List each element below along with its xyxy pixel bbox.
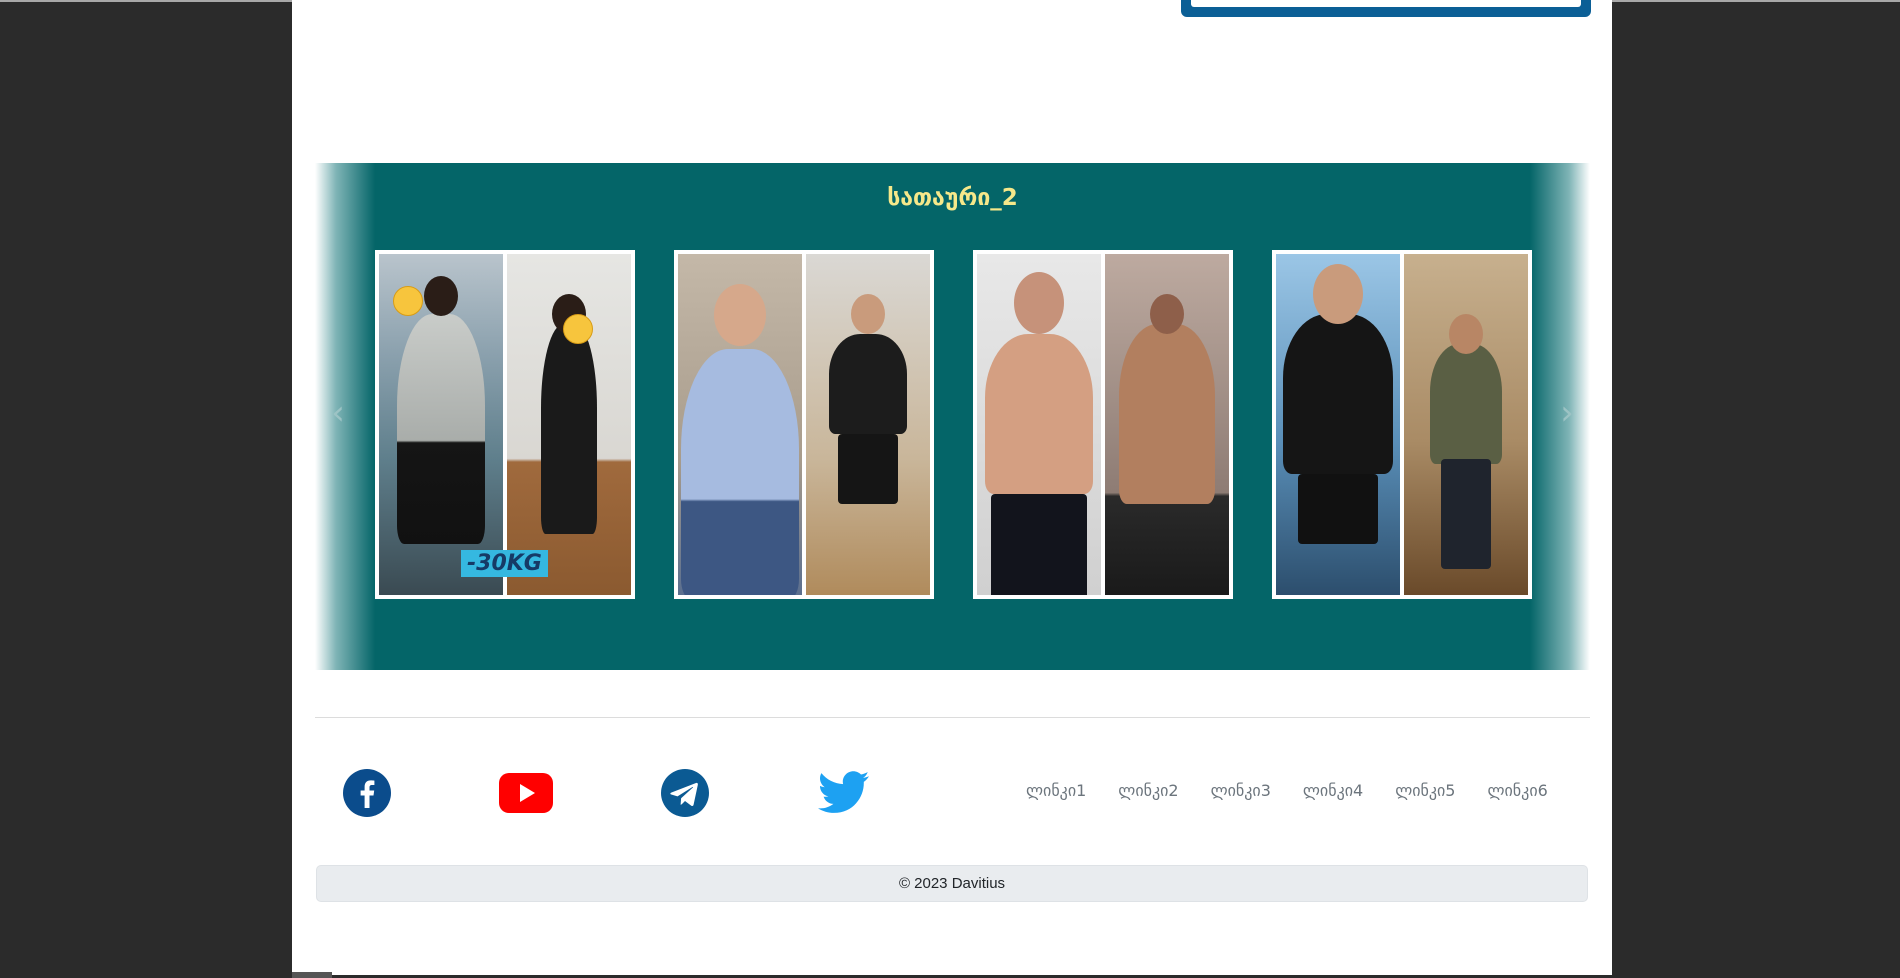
footer-link-2[interactable]: ლინკი2 <box>1118 781 1178 800</box>
copyright-bar: © 2023 Davitius <box>316 865 1588 902</box>
weight-loss-badge: -30KG <box>461 550 548 577</box>
chevron-right-icon: › <box>1560 393 1574 433</box>
page-container: სათაური_2 ‹ › -30KG ლინკი1 ლინკი2 ლინკი3… <box>292 0 1612 975</box>
footer-link-5[interactable]: ლინკი5 <box>1395 781 1455 800</box>
facebook-icon <box>343 769 391 817</box>
before-photo <box>1276 254 1400 595</box>
footer-link-3[interactable]: ლინკი3 <box>1211 781 1271 800</box>
window-corner-tab <box>292 972 332 978</box>
carousel-prev-button[interactable]: ‹ <box>323 393 353 433</box>
before-photo <box>379 254 503 595</box>
twitter-icon <box>818 771 869 813</box>
footer-link-1[interactable]: ლინკი1 <box>1026 781 1086 800</box>
telegram-icon <box>661 769 709 817</box>
top-widget-input[interactable] <box>1191 0 1581 7</box>
smile-emoji-icon <box>563 314 593 344</box>
carousel-photo-1[interactable]: -30KG <box>375 250 635 599</box>
before-photo <box>678 254 802 595</box>
footer-divider <box>315 717 1590 718</box>
twitter-link[interactable] <box>817 766 871 820</box>
photo-carousel: სათაური_2 ‹ › -30KG <box>315 163 1590 670</box>
after-photo <box>1105 254 1229 595</box>
facebook-link[interactable] <box>340 766 394 820</box>
top-widget[interactable] <box>1181 0 1591 17</box>
youtube-link[interactable] <box>499 766 553 820</box>
after-photo <box>1404 254 1528 595</box>
footer-link-6[interactable]: ლინკი6 <box>1487 781 1547 800</box>
chevron-left-icon: ‹ <box>331 393 345 433</box>
carousel-next-button[interactable]: › <box>1552 393 1582 433</box>
carousel-photo-2[interactable] <box>674 250 934 599</box>
copyright-text: © 2023 Davitius <box>898 875 1006 892</box>
carousel-photo-4[interactable] <box>1272 250 1532 599</box>
footer-link-4[interactable]: ლინკი4 <box>1303 781 1363 800</box>
sad-emoji-icon <box>393 286 423 316</box>
footer-links: ლინკი1 ლინკი2 ლინკი3 ლინკი4 ლინკი5 ლინკი… <box>1026 781 1548 800</box>
carousel-photo-3[interactable] <box>973 250 1233 599</box>
carousel-title: სათაური_2 <box>887 185 1018 211</box>
youtube-icon <box>499 773 553 813</box>
before-photo <box>977 254 1101 595</box>
telegram-link[interactable] <box>658 766 712 820</box>
after-photo <box>806 254 930 595</box>
after-photo <box>507 254 631 595</box>
